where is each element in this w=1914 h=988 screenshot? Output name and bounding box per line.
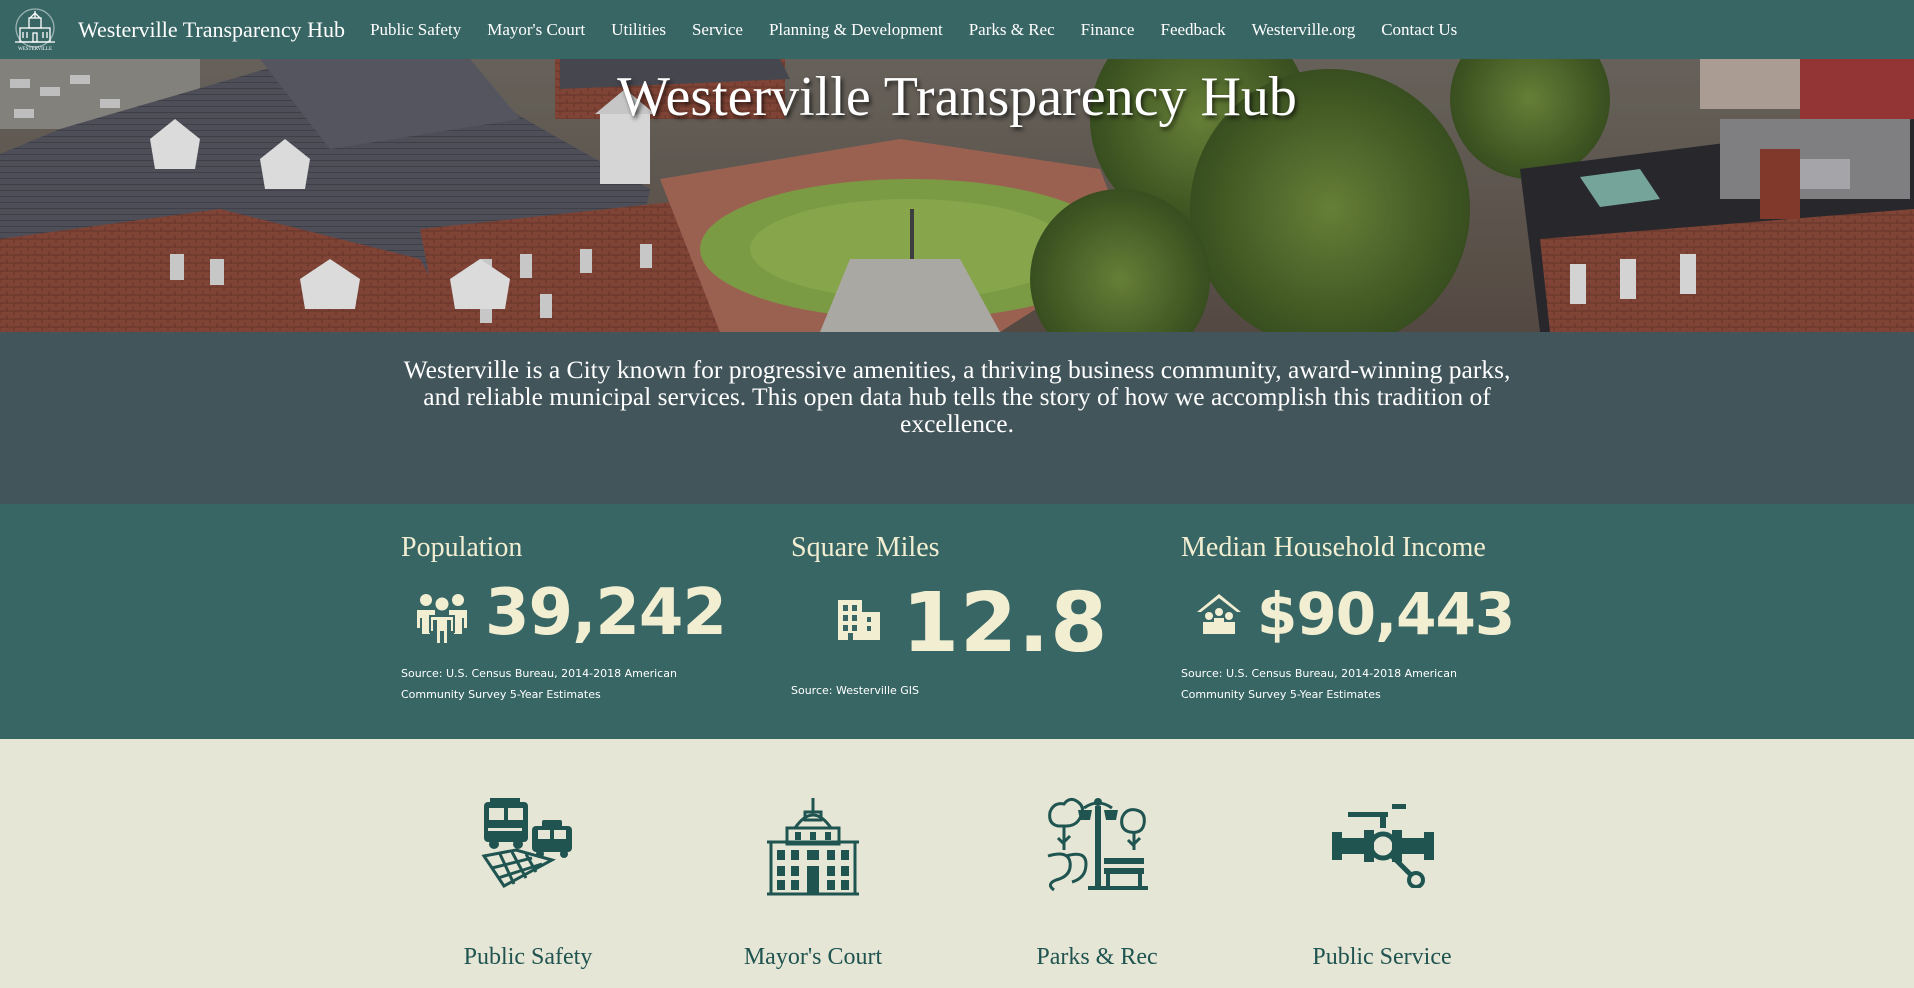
category-label[interactable]: Parks & Rec bbox=[1036, 944, 1157, 971]
stat-value: 12.8 bbox=[902, 576, 1109, 671]
nav-link-service[interactable]: Service bbox=[692, 20, 743, 40]
logo-text: WESTERVILLE bbox=[18, 47, 52, 52]
nav-link-feedback[interactable]: Feedback bbox=[1160, 20, 1225, 40]
stat-source: Source: Westerville GIS bbox=[791, 684, 920, 697]
nav-link-mayors-court[interactable]: Mayor's Court bbox=[487, 20, 585, 40]
stat-title: Square Miles bbox=[791, 532, 940, 563]
stat-value: $90,443 bbox=[1257, 580, 1515, 648]
top-nav: WESTERVILLE Westerville Transparency Hub… bbox=[0, 0, 1914, 59]
nav-link-contact-us[interactable]: Contact Us bbox=[1381, 20, 1457, 40]
nav-link-westerville-org[interactable]: Westerville.org bbox=[1252, 20, 1356, 40]
intro-section: Westerville is a City known for progress… bbox=[0, 332, 1914, 504]
city-logo-icon[interactable]: WESTERVILLE bbox=[9, 7, 61, 53]
water-pipe-valve-icon[interactable] bbox=[1332, 802, 1434, 888]
building-icon bbox=[838, 600, 880, 640]
people-icon bbox=[417, 594, 467, 645]
stat-source: Source: U.S. Census Bureau, 2014-2018 Am… bbox=[1181, 667, 1457, 701]
nav-link-planning-development[interactable]: Planning & Development bbox=[769, 20, 943, 40]
hero-title: Westerville Transparency Hub bbox=[617, 66, 1297, 128]
category-label[interactable]: Public Safety bbox=[464, 944, 593, 971]
intro-text: Westerville is a City known for progress… bbox=[403, 355, 1511, 438]
fire-truck-police-car-icon[interactable] bbox=[480, 798, 576, 890]
nav-link-parks-rec[interactable]: Parks & Rec bbox=[969, 20, 1055, 40]
courthouse-icon[interactable] bbox=[765, 798, 861, 898]
site-title[interactable]: Westerville Transparency Hub bbox=[78, 17, 345, 43]
nav-link-public-safety[interactable]: Public Safety bbox=[370, 20, 461, 40]
nav-links: Public Safety Mayor's Court Utilities Se… bbox=[353, 20, 1457, 40]
nav-link-finance[interactable]: Finance bbox=[1081, 20, 1135, 40]
park-lamp-bench-icon[interactable] bbox=[1044, 796, 1150, 892]
stat-source: Source: U.S. Census Bureau, 2014-2018 Am… bbox=[401, 667, 677, 701]
stat-title: Median Household Income bbox=[1181, 532, 1486, 563]
hero-banner: Westerville Transparency Hub bbox=[0, 59, 1914, 332]
category-label[interactable]: Public Service bbox=[1312, 944, 1451, 971]
stat-title: Population bbox=[401, 532, 523, 563]
stats-section: Population 39,242 Source: U.S. Census Bu… bbox=[0, 504, 1914, 739]
category-label[interactable]: Mayor's Court bbox=[744, 944, 882, 971]
household-icon bbox=[1197, 594, 1241, 634]
stat-value: 39,242 bbox=[485, 576, 727, 650]
nav-link-utilities[interactable]: Utilities bbox=[611, 20, 666, 40]
